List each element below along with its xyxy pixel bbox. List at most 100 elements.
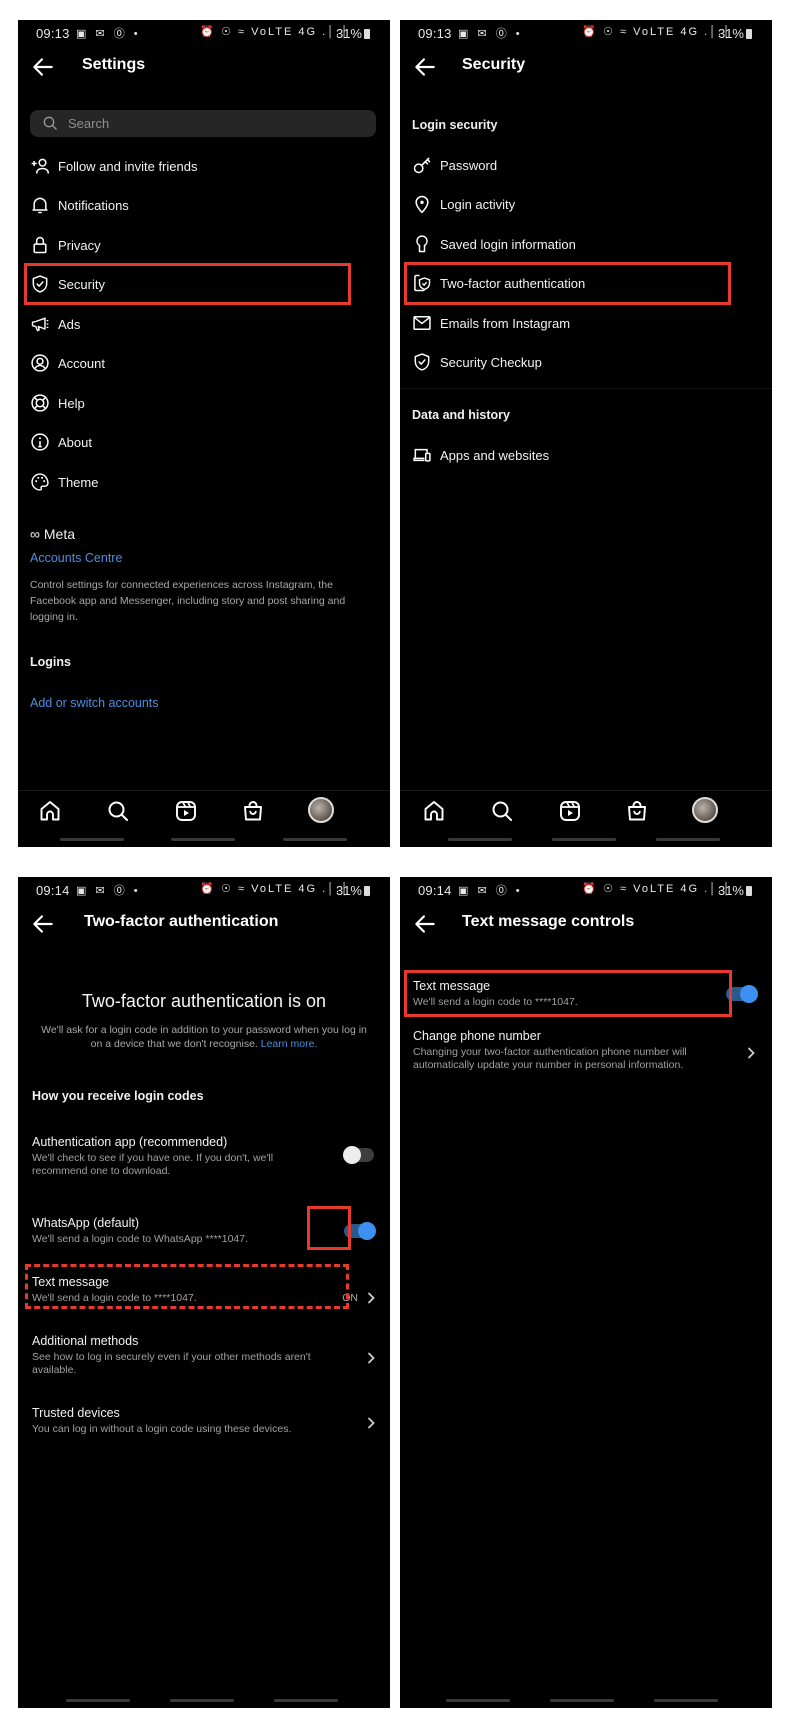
menu-item-theme[interactable]: Theme — [18, 464, 390, 500]
trusted-devices-title: Trusted devices — [32, 1406, 120, 1420]
trusted-devices-row[interactable]: Trusted devices You can log in without a… — [18, 1404, 390, 1440]
menu-item-help[interactable]: Help — [18, 385, 390, 421]
menu-item-label: Saved login information — [440, 236, 576, 252]
bottom-nav — [18, 790, 390, 826]
notification-icons: ▣ ✉ ⓪ • — [76, 885, 141, 897]
text-message-title: Text message — [413, 979, 491, 993]
auth-app-row[interactable]: Authentication app (recommended) We'll c… — [18, 1133, 390, 1179]
search-bar[interactable] — [30, 110, 376, 137]
keyhole-icon — [412, 234, 432, 254]
search-icon[interactable] — [490, 799, 514, 823]
learn-more-link[interactable]: Learn more. — [261, 1038, 318, 1050]
auth-app-description: We'll check to see if you have one. If y… — [32, 1152, 274, 1177]
menu-item-password[interactable]: Password — [400, 147, 772, 183]
whatsapp-row[interactable]: WhatsApp (default) We'll send a login co… — [18, 1214, 390, 1250]
status-time: 09:14 — [36, 883, 70, 898]
menu-item-label: Follow and invite friends — [58, 158, 198, 174]
app-header: Text message controls — [400, 907, 772, 941]
status-time: 09:13 — [418, 26, 452, 41]
toggle-knob — [358, 1222, 376, 1240]
auth-app-toggle[interactable] — [343, 1146, 374, 1164]
menu-item-label: Account — [58, 355, 105, 371]
profile-avatar[interactable] — [308, 797, 334, 823]
menu-item-follow-invite[interactable]: Follow and invite friends — [18, 148, 390, 184]
gesture-bar — [446, 1699, 510, 1702]
whatsapp-title: WhatsApp (default) — [32, 1216, 139, 1230]
gesture-bar — [550, 1699, 614, 1702]
back-arrow-icon[interactable] — [30, 54, 56, 80]
menu-item-label: Security — [58, 276, 105, 292]
gesture-bar — [283, 838, 347, 841]
logins-heading: Logins — [30, 655, 71, 669]
gesture-bar — [552, 838, 616, 841]
menu-item-security[interactable]: Security — [18, 266, 390, 302]
home-icon[interactable] — [38, 799, 62, 823]
text-message-toggle[interactable] — [726, 985, 758, 1003]
section-divider — [400, 388, 772, 389]
whatsapp-toggle[interactable] — [344, 1222, 376, 1240]
menu-item-label: Two-factor authentication — [440, 275, 586, 291]
page-title: Text message controls — [462, 913, 635, 930]
menu-item-privacy[interactable]: Privacy — [18, 227, 390, 263]
menu-item-two-factor[interactable]: Two-factor authentication — [400, 265, 772, 301]
add-switch-accounts-link[interactable]: Add or switch accounts — [30, 696, 159, 710]
shop-icon[interactable] — [625, 799, 649, 823]
back-arrow-icon[interactable] — [412, 54, 438, 80]
menu-item-label: Apps and websites — [440, 447, 550, 463]
phone-shield-icon — [412, 273, 432, 293]
lock-icon — [30, 235, 50, 255]
menu-item-security-checkup[interactable]: Security Checkup — [400, 344, 772, 380]
change-phone-description: Changing your two-factor authentication … — [413, 1046, 687, 1071]
search-input[interactable] — [68, 110, 348, 137]
menu-item-login-activity[interactable]: Login activity — [400, 186, 772, 222]
back-arrow-icon[interactable] — [412, 911, 438, 937]
menu-item-saved-login[interactable]: Saved login information — [400, 226, 772, 262]
menu-item-account[interactable]: Account — [18, 345, 390, 381]
search-icon[interactable] — [106, 799, 130, 823]
accounts-centre-link[interactable]: Accounts Centre — [30, 551, 122, 565]
text-message-row[interactable]: Text message We'll send a login code to … — [18, 1273, 390, 1309]
battery-icon — [746, 29, 752, 39]
app-header: Two-factor authentication — [18, 907, 390, 941]
battery-indicator: 31% — [336, 26, 370, 41]
text-message-toggle-row[interactable]: Text message We'll send a login code to … — [400, 977, 772, 1013]
security-screen: 09:13 ▣ ✉ ⓪ • ⏰ ☉ ≈ VoLTE 4G .│.│ 31% Se… — [400, 20, 772, 847]
megaphone-icon — [30, 314, 50, 334]
menu-item-label: Password — [440, 157, 498, 173]
reels-icon[interactable] — [174, 799, 198, 823]
data-history-heading: Data and history — [412, 408, 510, 422]
menu-item-label: Emails from Instagram — [440, 315, 571, 331]
battery-indicator: 31% — [336, 883, 370, 898]
bottom-nav — [400, 790, 772, 826]
add-person-icon — [30, 156, 50, 176]
menu-item-about[interactable]: About — [18, 424, 390, 460]
menu-item-label: Notifications — [58, 197, 129, 213]
location-pin-icon — [412, 194, 432, 214]
profile-avatar[interactable] — [692, 797, 718, 823]
menu-item-notifications[interactable]: Notifications — [18, 187, 390, 223]
shield-check-icon — [412, 352, 432, 372]
battery-indicator: 31% — [718, 883, 752, 898]
system-status-icons: ⏰ ☉ ≈ VoLTE 4G .│.│ — [582, 26, 732, 38]
additional-methods-row[interactable]: Additional methods See how to log in sec… — [18, 1332, 390, 1378]
additional-methods-title: Additional methods — [32, 1334, 139, 1348]
devices-icon — [412, 445, 432, 465]
palette-icon — [30, 472, 50, 492]
home-icon[interactable] — [422, 799, 446, 823]
change-phone-title: Change phone number — [413, 1029, 541, 1043]
change-phone-number-row[interactable]: Change phone number Changing your two-fa… — [400, 1027, 772, 1073]
status-bar: 09:14 ▣ ✉ ⓪ • ⏰ ☉ ≈ VoLTE 4G .│.│ 31% — [400, 877, 772, 903]
whatsapp-description: We'll send a login code to WhatsApp ****… — [32, 1233, 249, 1245]
menu-item-emails[interactable]: Emails from Instagram — [400, 305, 772, 341]
menu-item-apps-websites[interactable]: Apps and websites — [400, 437, 772, 473]
gesture-bar — [448, 838, 512, 841]
battery-percent: 31% — [717, 883, 744, 898]
text-message-title: Text message — [32, 1275, 110, 1289]
receive-codes-heading: How you receive login codes — [32, 1089, 204, 1103]
menu-item-ads[interactable]: Ads — [18, 306, 390, 342]
reels-icon[interactable] — [558, 799, 582, 823]
back-arrow-icon[interactable] — [30, 911, 56, 937]
text-message-description: We'll send a login code to ****1047. — [32, 1292, 197, 1304]
shop-icon[interactable] — [241, 799, 265, 823]
gesture-bar — [274, 1699, 338, 1702]
